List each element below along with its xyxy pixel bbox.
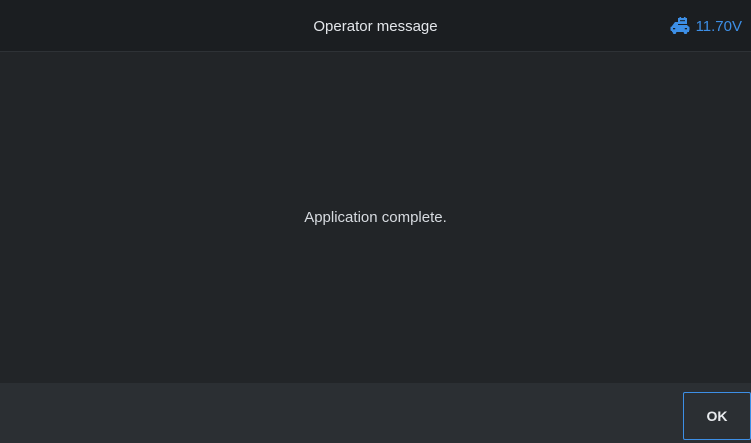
page-title: Operator message [313,18,438,35]
operator-message-screen: Operator message 11.70V Application comp… [0,0,751,443]
vehicle-battery-icon [669,17,691,35]
battery-voltage-indicator: 11.70V [669,0,742,52]
message-area: Application complete. [0,52,751,383]
top-bar: Operator message 11.70V [0,0,751,52]
voltage-value: 11.70V [695,17,742,35]
bottom-action-bar: OK [0,383,751,443]
operator-message-text: Application complete. [304,209,447,226]
ok-button[interactable]: OK [683,392,751,440]
